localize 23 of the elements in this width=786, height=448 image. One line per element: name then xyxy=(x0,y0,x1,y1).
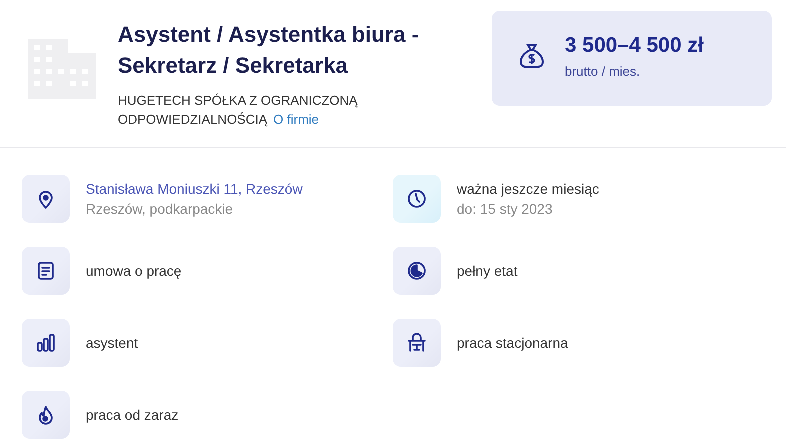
salary-amount: 3 500–4 500 zł xyxy=(565,33,704,59)
detail-text: ważna jeszcze miesiąc xyxy=(457,180,600,199)
detail-text: asystent xyxy=(86,334,138,353)
detail-text: pełny etat xyxy=(457,262,518,281)
document-icon xyxy=(36,261,56,281)
company-link[interactable]: O firmie xyxy=(274,110,320,129)
detail-text: praca stacjonarna xyxy=(457,334,568,353)
company-name: ODPOWIEDZIALNOŚCIĄ xyxy=(118,111,268,129)
detail-subtext: do: 15 sty 2023 xyxy=(457,200,554,219)
job-title: Asystent / Asystentka biura - Sekretarz / Sekretarka xyxy=(118,21,420,80)
salary-period: brutto / mies. xyxy=(565,64,642,79)
bar-chart-icon xyxy=(36,333,56,353)
company-name: HUGETECH SPÓŁKA Z OGRANICZONĄ xyxy=(118,92,359,110)
desk-icon xyxy=(407,333,427,353)
address-link[interactable]: Stanisława Moniuszki 11, Rzeszów xyxy=(86,179,303,199)
detail-text: praca od zaraz xyxy=(86,406,179,425)
detail-subtext: Rzeszów, podkarpackie xyxy=(86,200,234,219)
clock-icon xyxy=(407,189,427,209)
money-bag-icon xyxy=(519,42,545,68)
pin-icon xyxy=(36,189,56,209)
flame-icon xyxy=(36,405,56,425)
pie-icon xyxy=(407,261,427,281)
detail-text: umowa o pracę xyxy=(86,262,182,281)
